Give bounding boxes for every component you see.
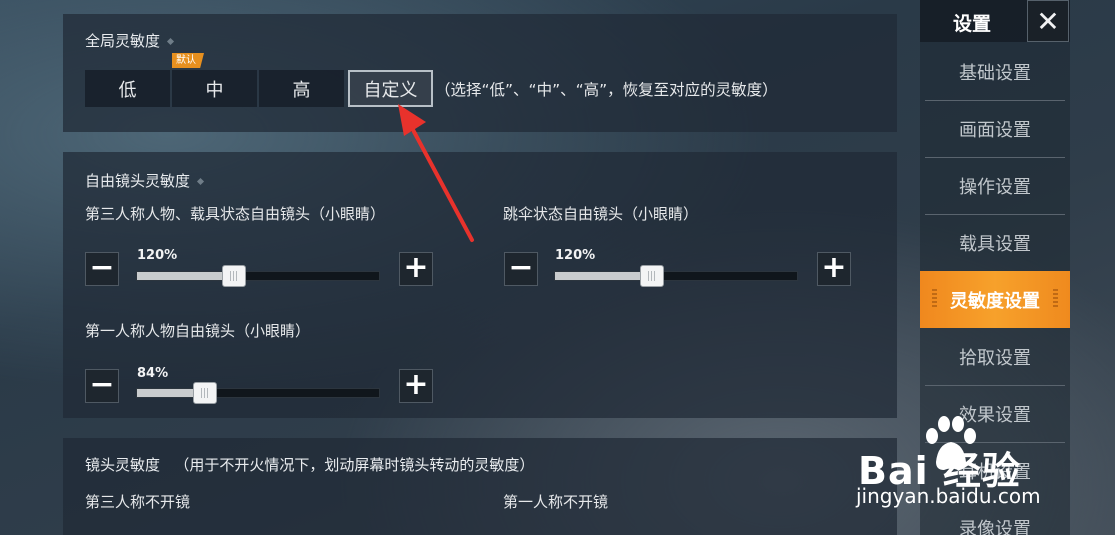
- minus-icon: −: [89, 250, 115, 285]
- sidebar-item-controls[interactable]: 操作设置: [920, 157, 1070, 214]
- close-icon: ✕: [1036, 4, 1060, 38]
- camera-sensitivity-title: 镜头灵敏度 （用于不开火情况下，划动屏幕时镜头转动的灵敏度）: [85, 456, 535, 474]
- camera-sensitivity-panel: 镜头灵敏度 （用于不开火情况下，划动屏幕时镜头转动的灵敏度） 第三人称不开镜 第…: [63, 438, 897, 535]
- global-sensitivity-title: 全局灵敏度: [85, 30, 175, 51]
- tpp-plus-button[interactable]: +: [399, 252, 433, 286]
- parachute-slider[interactable]: [554, 265, 798, 287]
- tpp-free-camera-label: 第三人称人物、载具状态自由镜头（小眼睛）: [85, 205, 386, 223]
- sidebar-header: 设置 ✕: [920, 0, 1070, 42]
- minus-icon: −: [508, 250, 534, 285]
- parachute-plus-button[interactable]: +: [817, 252, 851, 286]
- fpp-value: 84%: [137, 366, 169, 381]
- parachute-free-camera-label: 跳伞状态自由镜头（小眼睛）: [503, 205, 699, 223]
- sidebar-item-sensitivity[interactable]: 灵敏度设置: [920, 271, 1070, 328]
- sidebar-item-basic[interactable]: 基础设置: [920, 43, 1070, 100]
- camera-sensitivity-note: （用于不开火情况下，划动屏幕时镜头转动的灵敏度）: [174, 456, 535, 474]
- tpp-no-scope-label: 第三人称不开镜: [85, 493, 191, 511]
- plus-icon: +: [403, 250, 429, 285]
- tpp-slider-thumb[interactable]: [221, 265, 246, 287]
- tpp-slider[interactable]: [136, 265, 380, 287]
- grip-right-icon: [1053, 289, 1058, 309]
- tpp-value: 120%: [137, 248, 178, 263]
- grip-left-icon: [932, 289, 937, 309]
- title-diamond-icon: [196, 177, 205, 186]
- preset-low-button[interactable]: 低: [85, 70, 170, 107]
- sidebar-item-graphics[interactable]: 画面设置: [920, 100, 1070, 157]
- arrow-icon: [398, 104, 474, 242]
- plus-icon: +: [403, 367, 429, 402]
- tpp-slider-fill: [137, 272, 234, 280]
- minus-icon: −: [89, 367, 115, 402]
- preset-high-button[interactable]: 高: [259, 70, 344, 107]
- sidebar-item-vehicle[interactable]: 载具设置: [920, 214, 1070, 271]
- default-tag: 默认: [172, 53, 204, 68]
- free-camera-title: 自由镜头灵敏度: [85, 170, 205, 191]
- parachute-minus-button[interactable]: −: [504, 252, 538, 286]
- parachute-value: 120%: [555, 248, 596, 263]
- preset-button-group: 低 默认 中 高 自定义: [85, 53, 435, 107]
- parachute-slider-thumb[interactable]: [639, 265, 664, 287]
- close-button[interactable]: ✕: [1027, 0, 1069, 42]
- fpp-minus-button[interactable]: −: [85, 369, 119, 403]
- fpp-slider[interactable]: [136, 382, 380, 404]
- parachute-slider-fill: [555, 272, 652, 280]
- fpp-plus-button[interactable]: +: [399, 369, 433, 403]
- sidebar-title: 设置: [953, 13, 992, 35]
- tpp-minus-button[interactable]: −: [85, 252, 119, 286]
- fpp-slider-thumb[interactable]: [192, 382, 217, 404]
- fpp-free-camera-label: 第一人称人物自由镜头（小眼睛）: [85, 322, 311, 340]
- plus-icon: +: [821, 250, 847, 285]
- preset-medium-button[interactable]: 默认 中: [172, 53, 257, 107]
- title-diamond-icon: [166, 37, 175, 46]
- watermark-url: jingyan.baidu.com: [856, 484, 1041, 508]
- preset-hint: （选择“低”、“中”、“高”，恢复至对应的灵敏度）: [435, 81, 778, 99]
- fpp-no-scope-label: 第一人称不开镜: [503, 493, 609, 511]
- sidebar-item-pickup[interactable]: 拾取设置: [920, 328, 1070, 385]
